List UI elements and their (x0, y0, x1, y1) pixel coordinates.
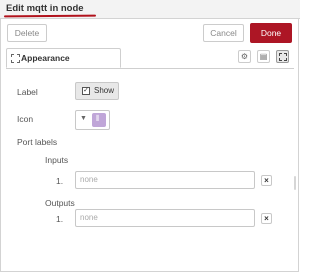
output-port-label-field[interactable]: none (75, 209, 255, 227)
tab-appearance[interactable]: Appearance (6, 48, 121, 68)
scrollbar-thumb[interactable] (294, 176, 296, 190)
show-toggle-label: Show (94, 86, 115, 95)
document-icon[interactable]: ▤ (257, 50, 270, 63)
clear-output-label-icon[interactable]: × (261, 213, 272, 224)
output-port-label-placeholder: none (80, 213, 98, 222)
icon-caption: Icon (17, 114, 34, 124)
checkbox-icon: ✓ (82, 87, 90, 95)
appearance-icon[interactable] (276, 50, 289, 63)
clear-input-label-icon[interactable]: × (261, 175, 272, 186)
outputs-caption: Outputs (45, 198, 75, 208)
inputs-caption: Inputs (45, 155, 69, 165)
delete-button[interactable]: Delete (7, 24, 47, 42)
appearance-icon-glyph (279, 53, 287, 61)
icon-picker[interactable]: ▼ ⦀ (75, 110, 110, 130)
show-label-toggle[interactable]: ✓ Show (75, 82, 119, 100)
input-port-label-field[interactable]: none (75, 171, 255, 189)
outputs-row-index: 1. (56, 214, 64, 224)
dialog-title-bar: Edit mqtt in node (0, 0, 300, 19)
tab-appearance-label: Appearance (21, 53, 70, 63)
label-caption: Label (17, 87, 38, 97)
cancel-button[interactable]: Cancel (203, 24, 244, 42)
port-labels-caption: Port labels (17, 137, 58, 147)
title-underline-annotation (3, 14, 97, 18)
dialog-title: Edit mqtt in node (6, 3, 84, 14)
inputs-row-index: 1. (56, 176, 64, 186)
node-icon-swatch: ⦀ (92, 113, 106, 127)
input-port-label-placeholder: none (80, 175, 98, 184)
done-button[interactable]: Done (250, 23, 292, 43)
appearance-tab-icon (11, 54, 20, 63)
scrollbar[interactable] (293, 70, 297, 268)
caret-down-icon: ▼ (80, 115, 87, 122)
gear-icon[interactable]: ⚙ (238, 50, 251, 63)
tab-bar: Appearance ⚙ ▤ (6, 48, 294, 69)
bridge-icon: ⦀ (96, 114, 100, 123)
